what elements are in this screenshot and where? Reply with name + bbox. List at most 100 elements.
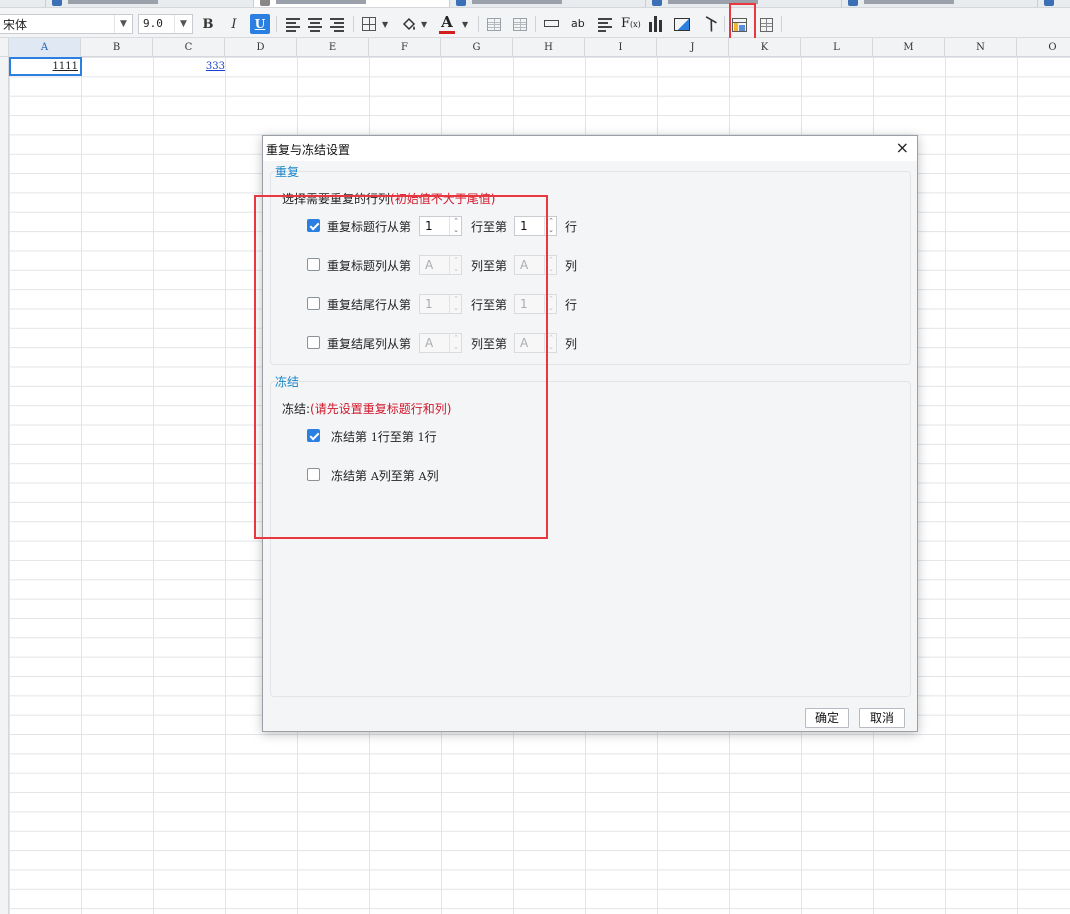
chevron-down-icon[interactable]: ⌄ <box>545 265 557 274</box>
repeat-to-stepper[interactable]: A ⌃ ⌄ <box>514 333 557 353</box>
column-header-g[interactable]: G <box>441 38 513 57</box>
column-header-f[interactable]: F <box>369 38 441 57</box>
repeat-from-value: A <box>425 336 434 350</box>
border-icon[interactable] <box>362 17 376 31</box>
freeze-text: 列 <box>426 469 439 483</box>
chevron-up-icon[interactable]: ⌃ <box>450 334 462 343</box>
repeat-hint-note: (初始值不大于尾值) <box>390 192 496 206</box>
column-header-m[interactable]: M <box>873 38 945 57</box>
stepper-buttons[interactable]: ⌃ ⌄ <box>449 334 461 352</box>
column-header-k[interactable]: K <box>729 38 801 57</box>
chevron-up-icon[interactable]: ⌃ <box>545 217 557 226</box>
chevron-up-icon[interactable]: ⌃ <box>450 295 462 304</box>
underline-button[interactable]: U <box>250 14 270 34</box>
column-header-c[interactable]: C <box>153 38 225 57</box>
fill-bucket-icon[interactable] <box>401 17 416 31</box>
chevron-down-icon[interactable]: ▼ <box>462 20 468 29</box>
document-tab[interactable] <box>450 0 646 7</box>
chevron-up-icon[interactable]: ⌃ <box>545 334 557 343</box>
stepper-buttons[interactable]: ⌃ ⌄ <box>544 256 556 274</box>
stepper-buttons[interactable]: ⌃ ⌄ <box>449 256 461 274</box>
stepper-buttons[interactable]: ⌃ ⌄ <box>544 217 556 235</box>
font-size-select[interactable]: 9.0 ▼ <box>138 14 193 34</box>
align-center-icon[interactable] <box>305 14 325 34</box>
column-header-j[interactable]: J <box>657 38 729 57</box>
paragraph-icon[interactable] <box>596 14 616 34</box>
font-family-select[interactable]: 宋体 ▼ <box>0 14 133 34</box>
repeat-option-checkbox[interactable] <box>307 258 320 271</box>
cell-a1[interactable]: 1111 <box>9 57 82 76</box>
chevron-down-icon[interactable]: ⌄ <box>545 343 557 352</box>
repeat-option-checkbox[interactable] <box>307 219 320 232</box>
slash-icon[interactable] <box>696 12 723 39</box>
document-tab-active[interactable] <box>254 0 450 7</box>
column-header-e[interactable]: E <box>297 38 369 57</box>
freeze-group-title: 冻结 <box>275 375 300 389</box>
chevron-down-icon[interactable]: ⌄ <box>450 265 462 274</box>
repeat-to-stepper[interactable]: A ⌃ ⌄ <box>514 255 557 275</box>
font-color-icon[interactable]: A <box>437 14 457 34</box>
repeat-hint-text: 选择需要重复的行列 <box>282 192 391 206</box>
chevron-up-icon[interactable]: ⌃ <box>545 256 557 265</box>
freeze-option-row: 冻结第 1行至第 1行 <box>307 426 607 446</box>
document-tab[interactable] <box>0 0 46 7</box>
stepper-buttons[interactable]: ⌃ ⌄ <box>544 334 556 352</box>
column-header-l[interactable]: L <box>801 38 873 57</box>
chevron-down-icon[interactable]: ▼ <box>382 20 388 29</box>
close-icon[interactable]: × <box>896 139 909 157</box>
sheet-corner[interactable] <box>0 38 9 57</box>
column-header-h[interactable]: H <box>513 38 585 57</box>
column-header-o[interactable]: O <box>1017 38 1070 57</box>
image-icon[interactable] <box>674 18 690 31</box>
column-header-d[interactable]: D <box>225 38 297 57</box>
ab-text-icon[interactable]: ab <box>571 17 585 30</box>
merge-cells-icon[interactable] <box>487 18 501 31</box>
formula-icon[interactable]: F(x) <box>621 16 641 31</box>
cell-c1[interactable]: 333 <box>154 57 227 76</box>
chevron-down-icon[interactable]: ▼ <box>421 20 427 29</box>
column-header-b[interactable]: B <box>81 38 153 57</box>
bold-button[interactable]: B <box>199 14 217 34</box>
repeat-option-checkbox[interactable] <box>307 336 320 349</box>
chevron-down-icon[interactable]: ⌄ <box>450 226 462 235</box>
split-cells-icon[interactable] <box>513 18 527 31</box>
chevron-down-icon[interactable]: ⌄ <box>450 304 462 313</box>
freeze-option-checkbox[interactable] <box>307 468 320 481</box>
align-left-icon[interactable] <box>283 14 303 34</box>
stepper-buttons[interactable]: ⌃ ⌄ <box>449 217 461 235</box>
chevron-down-icon[interactable]: ▼ <box>174 15 192 33</box>
toolbar-divider <box>781 16 782 32</box>
chart-icon[interactable] <box>647 14 667 34</box>
repeat-from-stepper[interactable]: 1 ⌃ ⌄ <box>419 216 462 236</box>
repeat-option-checkbox[interactable] <box>307 297 320 310</box>
chevron-down-icon[interactable]: ⌄ <box>545 226 557 235</box>
document-tab[interactable] <box>842 0 1038 7</box>
chevron-up-icon[interactable]: ⌃ <box>450 217 462 226</box>
repeat-from-stepper[interactable]: A ⌃ ⌄ <box>419 255 462 275</box>
repeat-to-stepper[interactable]: 1 ⌃ ⌄ <box>514 294 557 314</box>
document-tab[interactable] <box>46 0 254 7</box>
chevron-up-icon[interactable]: ⌃ <box>450 256 462 265</box>
chevron-down-icon[interactable]: ⌄ <box>545 304 557 313</box>
italic-button[interactable]: I <box>225 14 243 34</box>
column-header-a[interactable]: A <box>9 38 81 57</box>
repeat-option-label: 重复结尾行从第 <box>327 298 412 312</box>
template-icon <box>848 0 858 6</box>
repeat-from-stepper[interactable]: A ⌃ ⌄ <box>419 333 462 353</box>
chevron-down-icon[interactable]: ⌄ <box>450 343 462 352</box>
chevron-down-icon[interactable]: ▼ <box>114 15 132 33</box>
chevron-up-icon[interactable]: ⌃ <box>545 295 557 304</box>
freeze-option-checkbox[interactable] <box>307 429 320 442</box>
column-header-i[interactable]: I <box>585 38 657 57</box>
cancel-button[interactable]: 取消 <box>859 708 905 728</box>
repeat-to-stepper[interactable]: 1 ⌃ ⌄ <box>514 216 557 236</box>
column-header-n[interactable]: N <box>945 38 1017 57</box>
text-field-icon[interactable] <box>544 20 559 27</box>
stepper-buttons[interactable]: ⌃ ⌄ <box>449 295 461 313</box>
align-right-icon[interactable] <box>327 14 347 34</box>
columns-icon[interactable] <box>760 18 773 32</box>
repeat-from-stepper[interactable]: 1 ⌃ ⌄ <box>419 294 462 314</box>
document-tab[interactable] <box>1038 0 1070 7</box>
stepper-buttons[interactable]: ⌃ ⌄ <box>544 295 556 313</box>
ok-button[interactable]: 确定 <box>805 708 849 728</box>
